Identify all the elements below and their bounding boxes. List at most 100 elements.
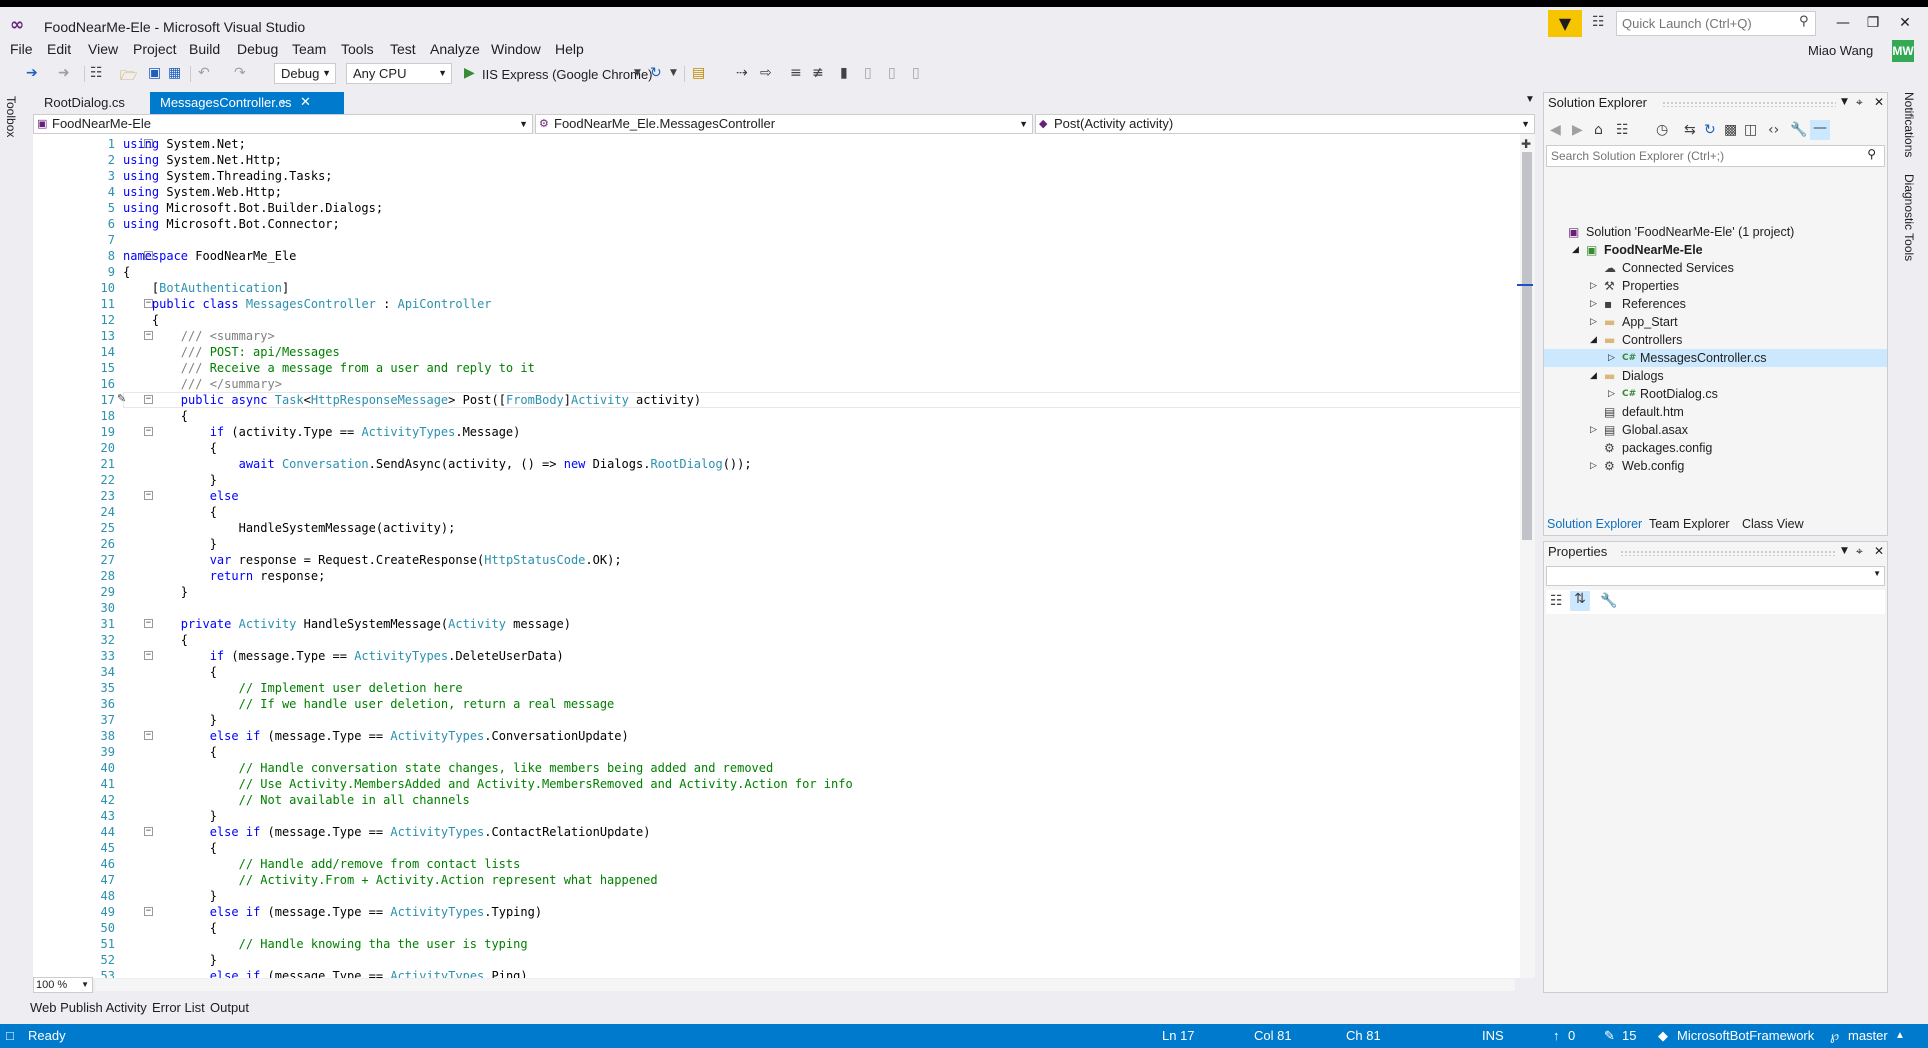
collapsed-arrow-icon[interactable]: ▷ <box>1608 349 1615 367</box>
alphabetical-icon[interactable]: ⇅ <box>1570 591 1590 611</box>
diagnostic-tools-tab[interactable]: Diagnostic Tools <box>1902 174 1916 261</box>
code-line[interactable]: } <box>123 472 217 488</box>
preview-selected-items-icon[interactable]: — <box>1810 120 1830 140</box>
unpublished-commits-count[interactable]: 0 <box>1568 1028 1575 1043</box>
code-line[interactable]: { <box>123 504 217 520</box>
code-line[interactable]: { <box>123 920 217 936</box>
code-line[interactable]: { <box>123 744 217 760</box>
repository-icon[interactable]: ◆ <box>1658 1028 1668 1044</box>
code-line[interactable]: using System.Web.Http; <box>123 184 282 200</box>
expanded-arrow-icon[interactable]: ◢ <box>1572 241 1579 259</box>
menu-tools[interactable]: Tools <box>341 41 374 57</box>
close-tab-icon[interactable]: ✕ <box>300 92 311 114</box>
menu-test[interactable]: Test <box>390 41 416 57</box>
member-nav-select[interactable]: ◆ Post(Activity activity) ▼ <box>1035 114 1535 134</box>
browser-link-icon[interactable]: ▤ <box>692 65 705 81</box>
pending-changes-filter-icon[interactable]: ◷ <box>1656 122 1668 138</box>
menu-project[interactable]: Project <box>133 41 177 57</box>
code-line[interactable]: else if (message.Type == ActivityTypes.C… <box>123 728 629 744</box>
collapsed-arrow-icon[interactable]: ▷ <box>1590 277 1597 295</box>
undo-icon[interactable]: ↶ <box>198 65 210 81</box>
tree-item[interactable]: ▷ ▪ References <box>1544 295 1887 313</box>
pending-changes-icon[interactable]: ✎ <box>1604 1028 1615 1044</box>
avatar[interactable]: MW <box>1892 40 1914 62</box>
window-position-icon[interactable]: ▼ <box>1841 546 1848 556</box>
menu-file[interactable]: File <box>10 41 33 57</box>
branch-name[interactable]: master <box>1848 1028 1888 1043</box>
clear-bookmarks-icon[interactable]: ▯ <box>912 65 920 81</box>
code-line[interactable]: if (activity.Type == ActivityTypes.Messa… <box>123 424 521 440</box>
tab-error-list[interactable]: Error List <box>152 1000 205 1015</box>
tree-item[interactable]: ▷ ▤ Global.asax <box>1544 421 1887 439</box>
code-line[interactable]: } <box>123 584 188 600</box>
menu-debug[interactable]: Debug <box>237 41 278 57</box>
save-all-icon[interactable]: ▦ <box>168 65 181 81</box>
pin-icon[interactable]: ⌖ <box>1856 95 1863 110</box>
code-line[interactable]: public class MessagesController : ApiCon… <box>123 296 492 312</box>
close-panel-icon[interactable]: ✕ <box>1874 95 1884 109</box>
code-line[interactable]: // Not available in all channels <box>123 792 470 808</box>
code-line[interactable]: { <box>123 408 188 424</box>
menu-window[interactable]: Window <box>491 41 541 57</box>
code-line[interactable]: /// <summary> <box>123 328 275 344</box>
step-into-icon[interactable]: ⇢ <box>736 65 748 81</box>
refresh-icon[interactable]: ↻ <box>1704 122 1716 138</box>
output-window-icon[interactable]: □ <box>6 1028 14 1043</box>
properties-wrench-icon[interactable]: 🔧 <box>1790 122 1807 138</box>
code-line[interactable]: var response = Request.CreateResponse(Ht… <box>123 552 622 568</box>
next-bookmark-icon[interactable]: ▯ <box>888 65 896 81</box>
search-icon[interactable]: ⚲ <box>1867 147 1876 161</box>
code-line[interactable]: return response; <box>123 568 326 584</box>
code-line[interactable]: { <box>123 632 188 648</box>
user-name[interactable]: Miao Wang <box>1808 43 1873 58</box>
branch-icon[interactable]: ℘ <box>1830 1028 1839 1044</box>
bookmark-icon[interactable]: ▮ <box>840 65 848 81</box>
pin-icon[interactable]: ⌖ <box>280 92 286 114</box>
navigate-forward-icon[interactable]: ➜ <box>58 65 70 81</box>
collapsed-arrow-icon[interactable]: ▷ <box>1590 421 1597 439</box>
branch-menu-icon[interactable]: ▲ <box>1895 1030 1905 1041</box>
tab-output[interactable]: Output <box>210 1000 249 1015</box>
code-line[interactable]: HandleSystemMessage(activity); <box>123 520 456 536</box>
properties-object-select[interactable]: ▼ <box>1546 566 1885 586</box>
search-icon[interactable]: ⚲ <box>1799 14 1809 29</box>
quick-launch-input[interactable] <box>1617 12 1787 35</box>
new-project-icon[interactable]: ☷ <box>90 65 103 81</box>
tree-item[interactable]: ▷ ▬ App_Start <box>1544 313 1887 331</box>
code-line[interactable]: { <box>123 264 130 280</box>
solution-platform-select[interactable]: Any CPU ▼ <box>346 63 452 84</box>
code-line[interactable]: if (message.Type == ActivityTypes.Delete… <box>123 648 564 664</box>
comment-icon[interactable]: ≡ <box>790 65 802 81</box>
code-line[interactable]: { <box>123 440 217 456</box>
tree-item[interactable]: ▤ default.htm <box>1544 403 1887 421</box>
code-line[interactable]: using System.Threading.Tasks; <box>123 168 333 184</box>
code-line[interactable]: // Use Activity.MembersAdded and Activit… <box>123 776 853 792</box>
categorized-icon[interactable]: ☷ <box>1550 593 1563 609</box>
tab-messagescontroller[interactable]: MessagesController.cs ⌖ ✕ <box>150 92 344 114</box>
minimize-icon[interactable]: — <box>1828 11 1858 36</box>
tree-item[interactable]: ◢ ▬ Dialogs <box>1544 367 1887 385</box>
quick-launch-box[interactable] <box>1616 11 1816 36</box>
code-line[interactable]: { <box>123 840 217 856</box>
tab-solution-explorer[interactable]: Solution Explorer <box>1547 517 1642 531</box>
code-line[interactable]: namespace FoodNearMe_Ele <box>123 248 296 264</box>
code-line[interactable]: private Activity HandleSystemMessage(Act… <box>123 616 571 632</box>
navigate-back-icon[interactable]: ➔ <box>26 65 38 81</box>
code-line[interactable]: // Handle knowing tha the user is typing <box>123 936 528 952</box>
code-line[interactable]: } <box>123 888 217 904</box>
menu-build[interactable]: Build <box>189 41 220 57</box>
code-editor[interactable]: 1−2 3 4 5 6 7 8−9 10 11−12 13−14 15 16 17−18 19−20 21 2… <box>33 134 1535 978</box>
tab-list-dropdown-icon[interactable]: ▼ <box>1525 94 1535 105</box>
code-line[interactable]: // Handle add/remove from contact lists <box>123 856 521 872</box>
project-nav-select[interactable]: ▣ FoodNearMe-Ele ▼ <box>33 114 533 134</box>
code-line[interactable]: else if (message.Type == ActivityTypes.C… <box>123 824 651 840</box>
code-line[interactable]: public async Task<HttpResponseMessage> P… <box>123 392 701 408</box>
tab-team-explorer[interactable]: Team Explorer <box>1649 517 1730 531</box>
feedback-icon[interactable]: ☷ <box>1592 14 1605 30</box>
code-line[interactable]: using Microsoft.Bot.Connector; <box>123 216 340 232</box>
tab-web-publish-activity[interactable]: Web Publish Activity <box>30 1000 147 1015</box>
sync-with-document-icon[interactable]: ⇆ <box>1684 122 1696 138</box>
property-pages-icon[interactable]: 🔧 <box>1600 593 1617 609</box>
window-position-icon[interactable]: ▼ <box>1841 97 1848 107</box>
code-line[interactable]: // If we handle user deletion, return a … <box>123 696 615 712</box>
